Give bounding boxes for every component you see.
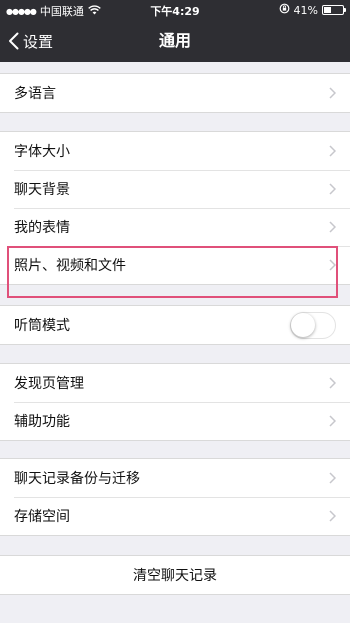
chevron-right-icon	[329, 472, 336, 484]
list-item-earpiece-mode: 听筒模式	[0, 306, 350, 344]
list-item-label: 多语言	[14, 86, 56, 102]
list-item-photos-videos-files[interactable]: 照片、视频和文件	[0, 246, 350, 284]
earpiece-mode-toggle[interactable]	[290, 312, 336, 339]
chevron-right-icon	[329, 377, 336, 389]
settings-group-chat-display: 字体大小 聊天背景 我的表情 照片、视频和文件	[0, 131, 350, 285]
list-item-chat-background[interactable]: 聊天背景	[0, 170, 350, 208]
chevron-right-icon	[329, 221, 336, 233]
settings-group-clear: 清空聊天记录	[0, 555, 350, 595]
chevron-right-icon	[329, 87, 336, 99]
back-label: 设置	[23, 32, 54, 51]
chevron-right-icon	[329, 415, 336, 427]
chevron-right-icon	[329, 145, 336, 157]
battery-percent: 41%	[293, 3, 318, 17]
list-item-label: 我的表情	[14, 220, 70, 236]
list-item-label: 照片、视频和文件	[14, 258, 126, 274]
settings-group-discover: 发现页管理 辅助功能	[0, 363, 350, 441]
clear-chat-history-button[interactable]: 清空聊天记录	[0, 556, 350, 594]
settings-group-earpiece: 听筒模式	[0, 305, 350, 345]
list-item-font-size[interactable]: 字体大小	[0, 132, 350, 170]
list-item-label: 听筒模式	[14, 318, 70, 334]
back-button[interactable]: 设置	[8, 20, 53, 62]
battery-fill	[324, 7, 332, 13]
list-item-label: 字体大小	[14, 144, 70, 160]
list-item-label: 辅助功能	[14, 414, 70, 430]
list-item-discover-management[interactable]: 发现页管理	[0, 364, 350, 402]
list-item-label: 发现页管理	[14, 376, 84, 392]
list-item-accessibility[interactable]: 辅助功能	[0, 402, 350, 440]
battery-icon	[322, 5, 346, 15]
list-item-chat-backup[interactable]: 聊天记录备份与迁移	[0, 459, 350, 497]
chevron-right-icon	[329, 183, 336, 195]
list-item-label: 聊天背景	[14, 182, 70, 198]
list-item-label: 存储空间	[14, 509, 70, 525]
chevron-right-icon	[329, 259, 336, 271]
chevron-right-icon	[329, 510, 336, 522]
settings-group-language: 多语言	[0, 73, 350, 113]
toggle-knob	[291, 313, 315, 337]
status-right: 41%	[279, 3, 346, 17]
list-item-label: 聊天记录备份与迁移	[14, 471, 140, 487]
chevron-left-icon	[8, 32, 19, 50]
status-bar: ●●●●● 中国联通 下午4:29 41%	[0, 0, 350, 20]
list-item-language[interactable]: 多语言	[0, 74, 350, 112]
navigation-bar: 设置 通用	[0, 20, 350, 62]
orientation-lock-icon	[279, 3, 290, 17]
list-item-my-stickers[interactable]: 我的表情	[0, 208, 350, 246]
clear-chat-history-label: 清空聊天记录	[133, 568, 217, 584]
list-item-storage[interactable]: 存储空间	[0, 497, 350, 535]
settings-group-storage: 聊天记录备份与迁移 存储空间	[0, 458, 350, 536]
